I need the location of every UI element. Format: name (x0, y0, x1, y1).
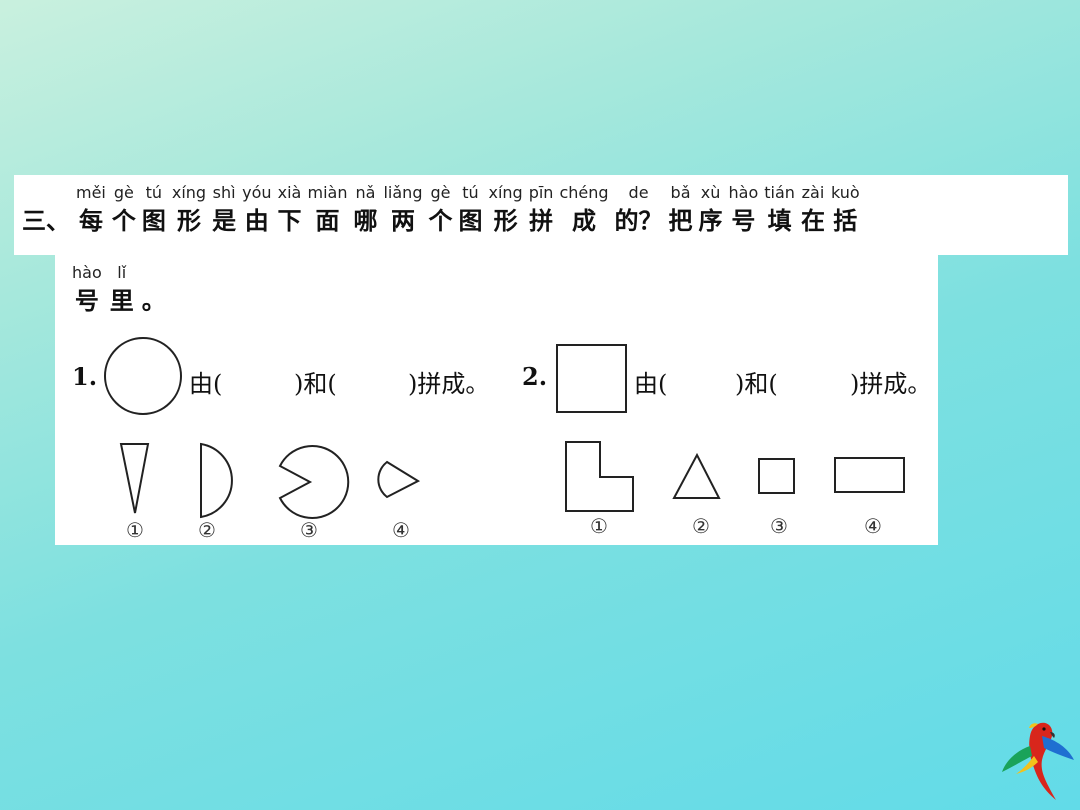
q1-option-3-pacman-sector (278, 445, 350, 519)
q1-option-1-narrow-triangle (119, 443, 150, 514)
q2-target-square (556, 344, 627, 413)
q1-option-4-small-sector (377, 460, 421, 499)
q2-option-3-small-square (758, 458, 795, 494)
exercise-figures (104, 337, 905, 519)
q2-option-1-l-shape (565, 441, 634, 512)
q1-target-circle (104, 337, 182, 415)
parrot-logo (1002, 722, 1074, 800)
q2-option-2-triangle (672, 452, 721, 499)
q2-option-4-rectangle (834, 457, 905, 493)
q1-option-2-semicircle (200, 442, 233, 519)
